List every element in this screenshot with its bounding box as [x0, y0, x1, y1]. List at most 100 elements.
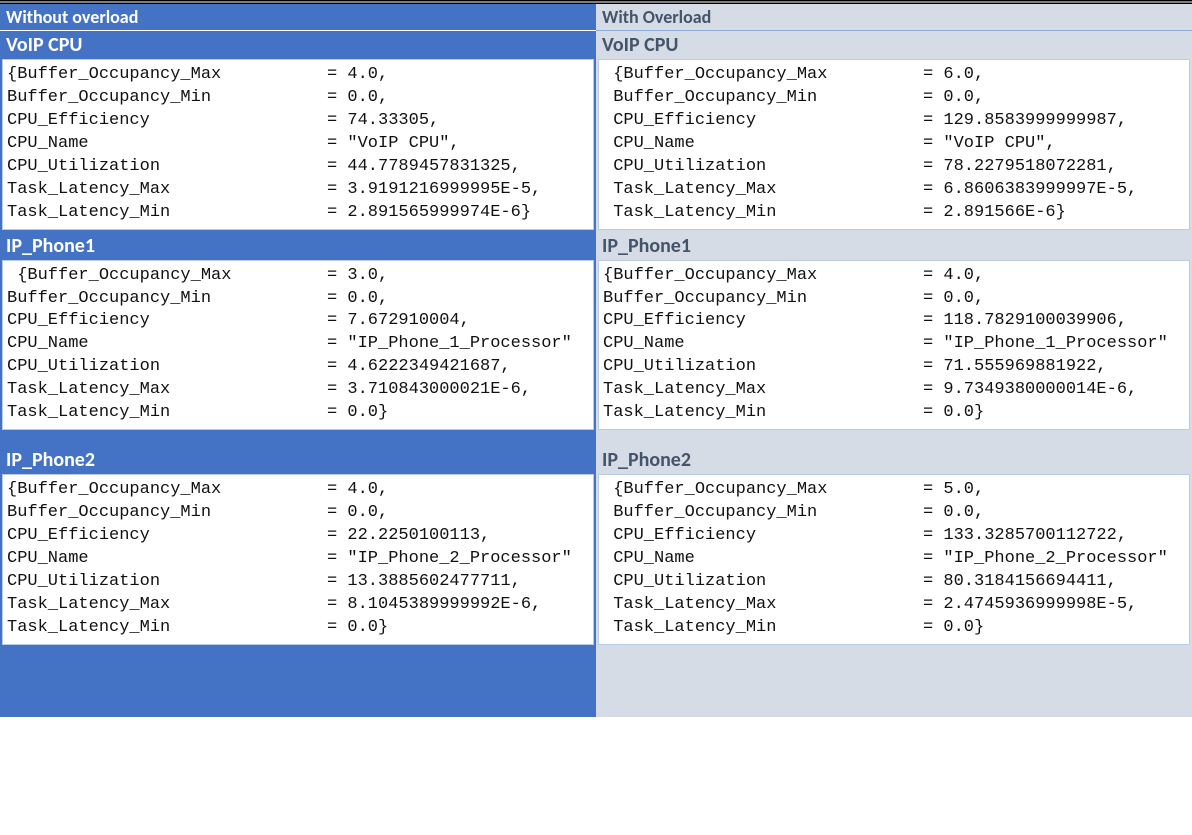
code-line: CPU_Utilization= 4.6222349421687, — [7, 356, 591, 379]
code-line: {Buffer_Occupancy_Max= 4.0, — [7, 479, 591, 502]
metric-value: = 7.672910004, — [327, 311, 470, 330]
metric-key: Buffer_Occupancy_Min — [7, 87, 327, 110]
metric-key: CPU_Utilization — [7, 356, 327, 379]
code-line: {Buffer_Occupancy_Max= 6.0, — [603, 64, 1187, 87]
code-line: {Buffer_Occupancy_Max= 3.0, — [7, 265, 591, 288]
metric-value: = 0.0} — [327, 403, 388, 422]
metric-value: = 4.0, — [327, 65, 388, 84]
metric-value: = 0.0, — [923, 88, 984, 107]
code-line: CPU_Efficiency= 7.672910004, — [7, 310, 591, 333]
code-line: CPU_Efficiency= 74.33305, — [7, 110, 591, 133]
code-line: CPU_Name= "IP_Phone_1_Processor" — [603, 333, 1187, 356]
code-line: CPU_Utilization= 44.7789457831325, — [7, 156, 591, 179]
metric-value: = 4.0, — [327, 480, 388, 499]
metric-key: Task_Latency_Max — [603, 594, 923, 617]
metric-value: = "IP_Phone_2_Processor" — [923, 549, 1168, 568]
code-line: CPU_Name= "IP_Phone_2_Processor" — [603, 548, 1187, 571]
metric-key: {Buffer_Occupancy_Max — [7, 265, 327, 288]
metric-key: CPU_Efficiency — [603, 310, 923, 333]
metric-key: CPU_Utilization — [7, 156, 327, 179]
code-line: CPU_Efficiency= 129.8583999999987, — [603, 110, 1187, 133]
code-line: Task_Latency_Max= 9.7349380000014E-6, — [603, 379, 1187, 402]
section-title-ip2-left: IP_Phone2 — [0, 446, 596, 474]
metric-value: = 2.891565999974E-6} — [327, 203, 531, 222]
metric-value: = "VoIP CPU", — [327, 134, 460, 153]
metric-key: Task_Latency_Max — [7, 179, 327, 202]
code-line: Task_Latency_Min= 2.891566E-6} — [603, 202, 1187, 225]
metric-value: = 0.0} — [923, 618, 984, 637]
code-block-voip-right: {Buffer_Occupancy_Max= 6.0, Buffer_Occup… — [598, 59, 1190, 230]
code-line: Buffer_Occupancy_Min= 0.0, — [7, 502, 591, 525]
code-block-ip1-left: {Buffer_Occupancy_Max= 3.0,Buffer_Occupa… — [2, 260, 594, 431]
metric-key: CPU_Utilization — [603, 571, 923, 594]
metric-value: = 2.4745936999998E-5, — [923, 595, 1137, 614]
metric-key: CPU_Name — [7, 133, 327, 156]
code-line: Task_Latency_Max= 3.710843000021E-6, — [7, 379, 591, 402]
metric-value: = 74.33305, — [327, 111, 439, 130]
code-line: {Buffer_Occupancy_Max= 4.0, — [603, 265, 1187, 288]
code-line: CPU_Utilization= 13.3885602477711, — [7, 571, 591, 594]
bottom-pad-left — [0, 647, 596, 717]
metric-key: Task_Latency_Max — [7, 379, 327, 402]
metric-key: CPU_Efficiency — [603, 110, 923, 133]
code-line: Buffer_Occupancy_Min= 0.0, — [7, 87, 591, 110]
metric-key: CPU_Efficiency — [7, 310, 327, 333]
code-line: Buffer_Occupancy_Min= 0.0, — [7, 288, 591, 311]
metric-value: = "VoIP CPU", — [923, 134, 1056, 153]
code-block-ip1-right: {Buffer_Occupancy_Max= 4.0,Buffer_Occupa… — [598, 260, 1190, 431]
code-line: Task_Latency_Max= 3.9191216999995E-5, — [7, 179, 591, 202]
metric-value: = 133.3285700112722, — [923, 526, 1127, 545]
metric-value: = 13.3885602477711, — [327, 572, 521, 591]
metric-value: = 0.0, — [327, 503, 388, 522]
section-title-ip1-left: IP_Phone1 — [0, 232, 596, 260]
header-with-overload: With Overload — [596, 4, 1192, 31]
metric-value: = 0.0, — [923, 289, 984, 308]
metric-value: = 8.1045389999992E-6, — [327, 595, 541, 614]
metric-value: = 80.3184156694411, — [923, 572, 1117, 591]
code-line: CPU_Name= "VoIP CPU", — [603, 133, 1187, 156]
code-block-ip2-left: {Buffer_Occupancy_Max= 4.0,Buffer_Occupa… — [2, 474, 594, 645]
metric-key: CPU_Efficiency — [7, 110, 327, 133]
metric-value: = 2.891566E-6} — [923, 203, 1066, 222]
metric-key: CPU_Utilization — [7, 571, 327, 594]
metric-key: {Buffer_Occupancy_Max — [603, 265, 923, 288]
code-line: CPU_Name= "IP_Phone_2_Processor" — [7, 548, 591, 571]
metric-value: = 4.6222349421687, — [327, 357, 511, 376]
metric-key: Task_Latency_Min — [603, 617, 923, 640]
metric-key: {Buffer_Occupancy_Max — [603, 479, 923, 502]
metric-value: = 0.0} — [327, 618, 388, 637]
metric-key: Task_Latency_Min — [7, 402, 327, 425]
metric-value: = 4.0, — [923, 266, 984, 285]
code-line: {Buffer_Occupancy_Max= 4.0, — [7, 64, 591, 87]
metric-value: = 118.7829100039906, — [923, 311, 1127, 330]
code-line: CPU_Name= "IP_Phone_1_Processor" — [7, 333, 591, 356]
metric-value: = 0.0, — [923, 503, 984, 522]
code-line: Task_Latency_Max= 2.4745936999998E-5, — [603, 594, 1187, 617]
comparison-table: Without overload With Overload VoIP CPU … — [0, 4, 1192, 717]
metric-key: CPU_Name — [7, 548, 327, 571]
metric-key: CPU_Efficiency — [603, 525, 923, 548]
code-line: {Buffer_Occupancy_Max= 5.0, — [603, 479, 1187, 502]
section-title-ip2-right: IP_Phone2 — [596, 446, 1192, 474]
section-title-voip-right: VoIP CPU — [596, 31, 1192, 59]
section-title-voip-left: VoIP CPU — [0, 31, 596, 59]
metric-key: Buffer_Occupancy_Min — [603, 288, 923, 311]
spacer — [0, 432, 596, 446]
code-line: Task_Latency_Min= 0.0} — [7, 617, 591, 640]
metric-value: = 22.2250100113, — [327, 526, 490, 545]
code-line: CPU_Efficiency= 22.2250100113, — [7, 525, 591, 548]
metric-key: CPU_Efficiency — [7, 525, 327, 548]
metric-key: CPU_Utilization — [603, 356, 923, 379]
metric-key: Task_Latency_Min — [603, 402, 923, 425]
code-line: Buffer_Occupancy_Min= 0.0, — [603, 502, 1187, 525]
metric-key: Task_Latency_Min — [7, 617, 327, 640]
metric-value: = 3.0, — [327, 266, 388, 285]
metric-key: {Buffer_Occupancy_Max — [603, 64, 923, 87]
code-line: CPU_Utilization= 78.2279518072281, — [603, 156, 1187, 179]
metric-key: Buffer_Occupancy_Min — [7, 502, 327, 525]
metric-key: Task_Latency_Min — [7, 202, 327, 225]
code-block-voip-left: {Buffer_Occupancy_Max= 4.0,Buffer_Occupa… — [2, 59, 594, 230]
bottom-pad-right — [596, 647, 1192, 717]
metric-value: = 44.7789457831325, — [327, 157, 521, 176]
code-line: CPU_Efficiency= 133.3285700112722, — [603, 525, 1187, 548]
